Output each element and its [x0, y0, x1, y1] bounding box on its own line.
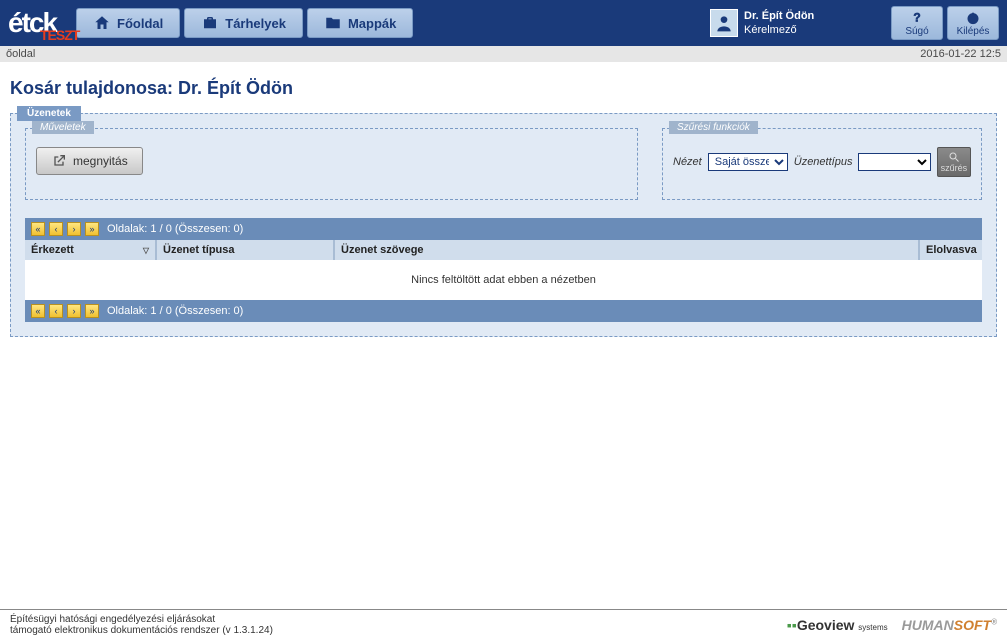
col-received[interactable]: Érkezett ▽ — [25, 240, 157, 260]
page-title: Kosár tulajdonosa: Dr. Épít Ödön — [0, 62, 1007, 109]
pager-last[interactable]: » — [85, 222, 99, 236]
footer-line2: támogató elektronikus dokumentációs rend… — [10, 625, 273, 636]
user-info-box[interactable]: Dr. Épít Ödön Kérelmező — [710, 9, 814, 38]
pager-prev-b[interactable]: ‹ — [49, 304, 63, 318]
footer: Építésügyi hatósági engedélyezési eljárá… — [0, 609, 1007, 640]
app-logo: étck TESZT — [8, 7, 56, 39]
type-label: Üzenettípus — [794, 156, 853, 168]
user-icon — [714, 13, 734, 33]
pager-next[interactable]: › — [67, 222, 81, 236]
open-button[interactable]: megnyitás — [36, 147, 143, 175]
search-icon — [948, 151, 960, 163]
filter-panel: Szűrési funkciók Nézet Saját összes Üzen… — [662, 128, 982, 200]
col-read[interactable]: Elolvasva — [920, 240, 982, 260]
sort-desc-icon: ▽ — [143, 246, 149, 255]
folder-icon — [324, 14, 342, 32]
pager-next-b[interactable]: › — [67, 304, 81, 318]
pager-last-b[interactable]: » — [85, 304, 99, 318]
briefcase-icon — [201, 14, 219, 32]
avatar — [710, 9, 738, 37]
help-icon: ? — [909, 10, 925, 26]
pager-bottom: « ‹ › » Oldalak: 1 / 0 (Összesen: 0) — [25, 300, 982, 322]
operations-legend: Műveletek — [32, 121, 94, 134]
footer-logos: ▪▪Geoview systems HUMANSOFT® — [787, 617, 997, 633]
pager-first-b[interactable]: « — [31, 304, 45, 318]
logo-overlay: TESZT — [40, 27, 79, 43]
nav-home[interactable]: Főoldal — [76, 8, 180, 38]
pager-text-b: Oldalak: 1 / 0 (Összesen: 0) — [107, 305, 243, 317]
nav-folders-label: Mappák — [348, 16, 396, 31]
power-icon — [965, 10, 981, 26]
top-header: étck TESZT Főoldal Tárhelyek Mappák Dr. … — [0, 0, 1007, 46]
open-icon — [51, 153, 67, 169]
timestamp: 2016-01-22 12:5 — [920, 48, 1001, 60]
logout-label: Kilépés — [957, 26, 990, 37]
geoview-logo: ▪▪Geoview systems — [787, 617, 888, 633]
view-label: Nézet — [673, 156, 702, 168]
content-area: Üzenetek Műveletek megnyitás Szűrési fun… — [0, 113, 1007, 337]
operations-panel: Műveletek megnyitás — [25, 128, 638, 200]
footer-line1: Építésügyi hatósági engedélyezési eljárá… — [10, 614, 273, 625]
logout-button[interactable]: Kilépés — [947, 6, 999, 40]
humansoft-logo: HUMANSOFT® — [902, 617, 997, 633]
filter-button[interactable]: szűrés — [937, 147, 971, 177]
nav-storages-label: Tárhelyek — [225, 16, 286, 31]
col-text[interactable]: Üzenet szövege — [335, 240, 920, 260]
header-actions: ? Súgó Kilépés — [891, 6, 999, 40]
help-button[interactable]: ? Súgó — [891, 6, 943, 40]
footer-text: Építésügyi hatósági engedélyezési eljárá… — [10, 614, 273, 636]
filter-legend: Szűrési funkciók — [669, 121, 758, 134]
col-type[interactable]: Üzenet típusa — [157, 240, 335, 260]
user-name: Dr. Épít Ödön — [744, 10, 814, 22]
filter-label: szűrés — [941, 163, 968, 173]
user-role: Kérelmező — [744, 24, 797, 36]
messages-fieldset: Üzenetek Műveletek megnyitás Szűrési fun… — [10, 113, 997, 337]
messages-legend: Üzenetek — [17, 106, 81, 121]
table-empty: Nincs feltöltött adat ebben a nézetben — [25, 260, 982, 300]
home-icon — [93, 14, 111, 32]
help-label: Súgó — [905, 26, 928, 37]
type-select[interactable] — [858, 153, 930, 171]
nav-home-label: Főoldal — [117, 16, 163, 31]
view-select[interactable]: Saját összes — [708, 153, 788, 171]
table-header-row: Érkezett ▽ Üzenet típusa Üzenet szövege … — [25, 240, 982, 260]
breadcrumb-path: őoldal — [6, 48, 35, 60]
breadcrumb-bar: őoldal 2016-01-22 12:5 — [0, 46, 1007, 62]
nav-storages[interactable]: Tárhelyek — [184, 8, 303, 38]
pager-prev[interactable]: ‹ — [49, 222, 63, 236]
pager-text: Oldalak: 1 / 0 (Összesen: 0) — [107, 223, 243, 235]
svg-text:?: ? — [913, 10, 920, 24]
col-received-label: Érkezett — [31, 244, 74, 256]
pager-top: « ‹ › » Oldalak: 1 / 0 (Összesen: 0) — [25, 218, 982, 240]
panels-row: Műveletek megnyitás Szűrési funkciók Néz… — [25, 128, 982, 200]
nav-folders[interactable]: Mappák — [307, 8, 413, 38]
user-info-text: Dr. Épít Ödön Kérelmező — [744, 9, 814, 38]
messages-table: « ‹ › » Oldalak: 1 / 0 (Összesen: 0) Érk… — [25, 218, 982, 322]
pager-first[interactable]: « — [31, 222, 45, 236]
open-label: megnyitás — [73, 154, 128, 168]
